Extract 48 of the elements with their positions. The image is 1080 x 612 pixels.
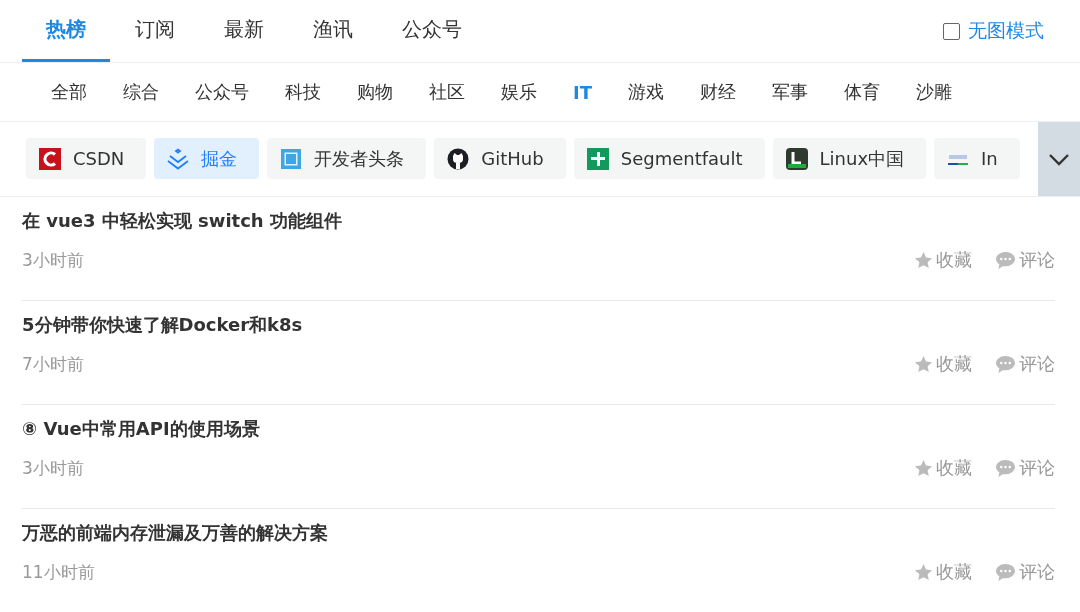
tab[interactable]: 渔讯 (289, 0, 377, 62)
category-tab[interactable]: 沙雕 (916, 80, 952, 104)
category-tab[interactable]: 科技 (285, 80, 321, 104)
category-tab[interactable]: 体育 (844, 80, 880, 104)
source-chip[interactable]: CSDN (26, 138, 147, 179)
article-time: 7小时前 (22, 352, 85, 376)
category-tab[interactable]: 全部 (51, 80, 87, 104)
tab[interactable]: 公众号 (378, 0, 486, 62)
source-chip[interactable]: Linux中国 (772, 138, 927, 179)
category-tab[interactable]: 军事 (772, 80, 808, 104)
square-logo-icon (586, 147, 609, 170)
category-tab[interactable]: 购物 (357, 80, 393, 104)
star-icon (914, 250, 933, 270)
checkbox[interactable] (943, 22, 960, 40)
article-title[interactable]: 万恶的前端内存泄漏及万善的解决方案 (22, 521, 1055, 545)
source-chip[interactable]: In (934, 138, 1020, 179)
speech-bubble-icon (995, 562, 1016, 582)
tab[interactable]: 最新 (200, 0, 288, 62)
tab[interactable]: 订阅 (111, 0, 199, 62)
category-tab[interactable]: 社区 (429, 80, 465, 104)
source-chip[interactable]: GitHub (434, 138, 566, 179)
speech-bubble-icon (995, 250, 1016, 270)
article-title[interactable]: 5分钟带你快速了解Docker和k8s (22, 313, 1055, 337)
checkbox-label[interactable]: 无图模式 (968, 18, 1044, 44)
category-tab[interactable]: 综合 (123, 80, 159, 104)
article-time: 3小时前 (22, 248, 85, 272)
c-logo-icon (39, 147, 61, 170)
square-logo-icon (280, 147, 303, 170)
tab[interactable]: 热榜 (22, 0, 110, 62)
category-tab[interactable]: 财经 (700, 80, 736, 104)
source-chip[interactable]: 开发者头条 (267, 138, 427, 179)
article-time: 11小时前 (22, 560, 96, 584)
category-tab[interactable]: IT (573, 81, 592, 103)
speech-bubble-icon (995, 354, 1016, 374)
star-icon (914, 458, 933, 478)
article-time: 3小时前 (22, 456, 85, 480)
chevrons-icon (167, 147, 190, 170)
article-title[interactable]: 在 vue3 中轻松实现 switch 功能组件 (22, 209, 1055, 233)
cat-logo-icon (447, 147, 470, 170)
source-chip[interactable]: Segmentfault (573, 138, 765, 179)
star-icon (914, 562, 933, 582)
category-tab[interactable]: 游戏 (628, 80, 664, 104)
linux-logo-icon (785, 147, 808, 170)
star-icon (914, 354, 933, 374)
speech-bubble-icon (995, 458, 1016, 478)
article-title[interactable]: ⑧ Vue中常用API的使用场景 (22, 417, 1055, 441)
category-tab[interactable]: 娱乐 (501, 80, 537, 104)
category-tab[interactable]: 公众号 (195, 80, 249, 104)
